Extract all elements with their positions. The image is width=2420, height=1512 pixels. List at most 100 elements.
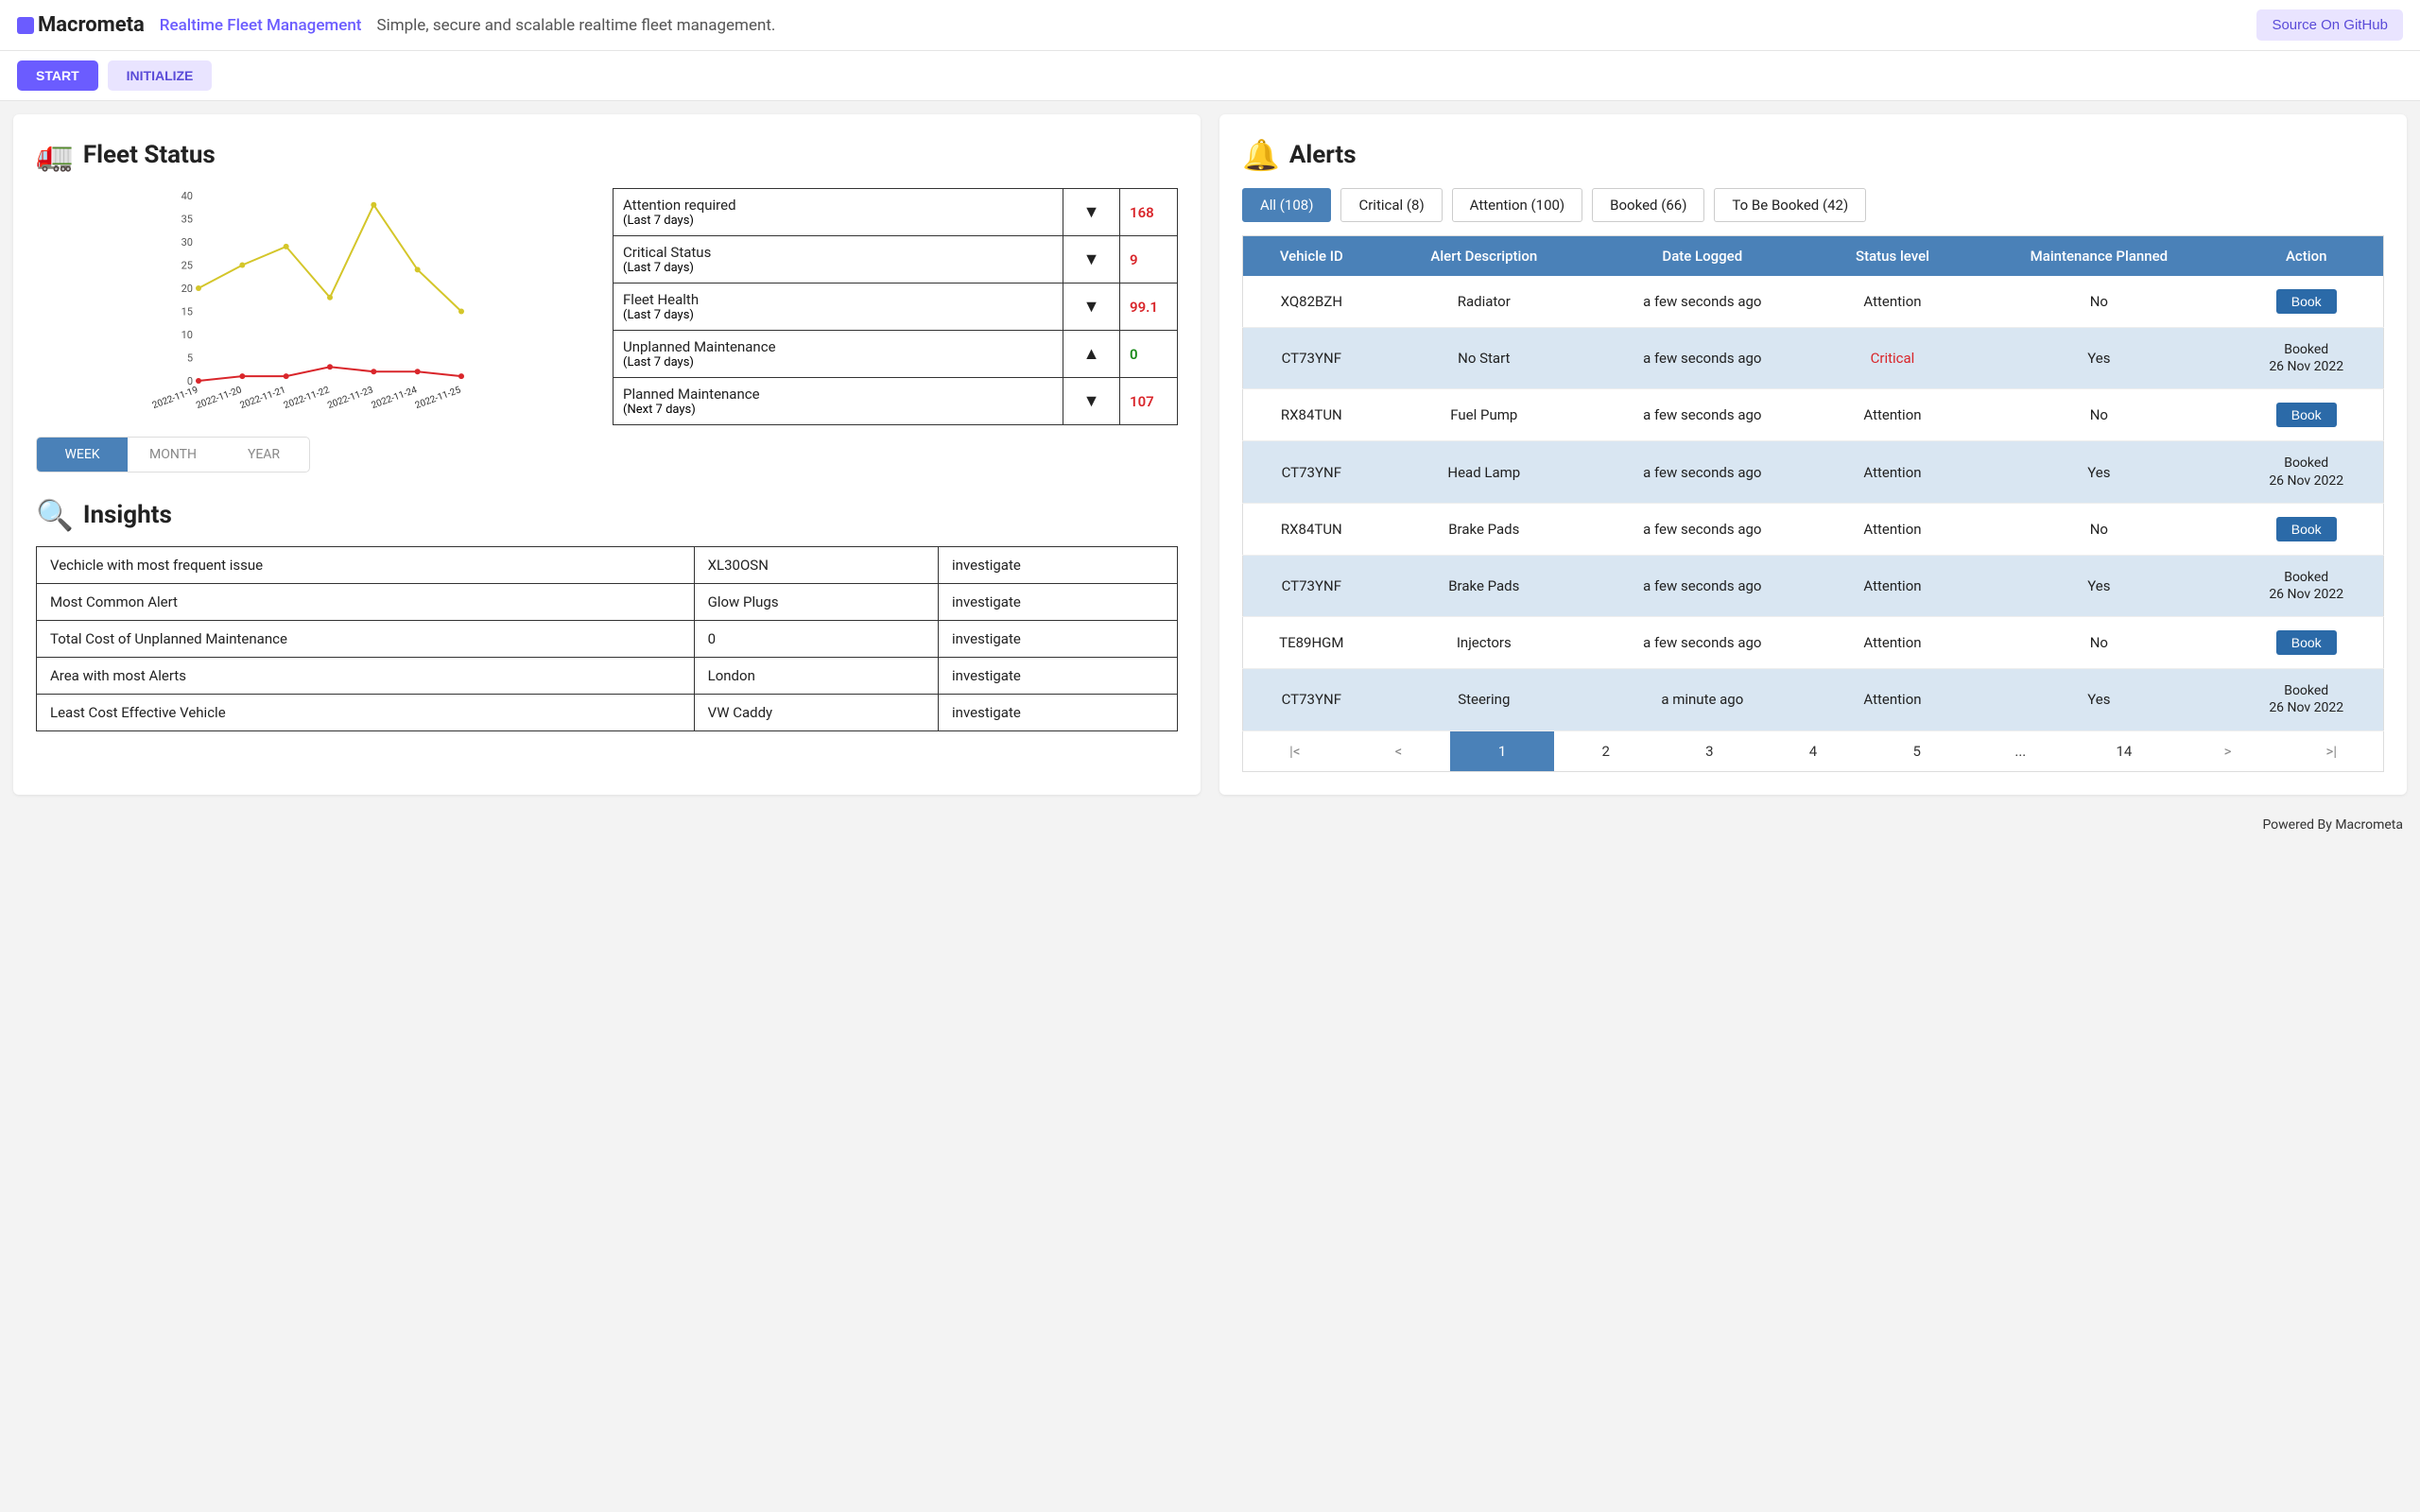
alert-description: Fuel Pump: [1380, 389, 1588, 441]
alert-vehicle-id: CT73YNF: [1243, 441, 1380, 503]
alert-date: a few seconds ago: [1588, 617, 1817, 669]
stat-label: Unplanned Maintenance(Last 7 days): [614, 331, 1063, 377]
app-title: Realtime Fleet Management: [160, 16, 362, 35]
stat-label: Attention required(Last 7 days): [614, 189, 1063, 235]
alert-action-cell: Booked26 Nov 2022: [2229, 555, 2383, 616]
trend-down-icon: ▼: [1063, 378, 1120, 424]
insight-action[interactable]: investigate: [939, 621, 1178, 658]
alert-vehicle-id: RX84TUN: [1243, 503, 1380, 555]
alert-status: Attention: [1817, 441, 1969, 503]
page-number[interactable]: ...: [1968, 731, 2072, 771]
book-button[interactable]: Book: [2276, 403, 2337, 427]
alert-vehicle-id: RX84TUN: [1243, 389, 1380, 441]
alert-status: Attention: [1817, 669, 1969, 730]
svg-text:30: 30: [182, 236, 193, 249]
alert-row: XQ82BZHRadiatora few seconds agoAttentio…: [1243, 276, 2384, 328]
insight-label: Area with most Alerts: [37, 658, 695, 695]
insight-value: 0: [694, 621, 938, 658]
alert-tab[interactable]: Booked (66): [1592, 188, 1704, 222]
trend-down-icon: ▼: [1063, 236, 1120, 283]
fleet-status-panel: 🚛 Fleet Status 05101520253035402022-11-1…: [13, 114, 1201, 795]
stat-label-text: Attention required: [623, 197, 1053, 214]
page-number[interactable]: 4: [1761, 731, 1865, 771]
alert-row: RX84TUNBrake Padsa few seconds agoAttent…: [1243, 503, 2384, 555]
alert-vehicle-id: TE89HGM: [1243, 617, 1380, 669]
page-number[interactable]: 14: [2072, 731, 2176, 771]
page-nav-button[interactable]: >|: [2279, 731, 2383, 771]
alert-vehicle-id: XQ82BZH: [1243, 276, 1380, 328]
insight-action[interactable]: investigate: [939, 547, 1178, 584]
trend-down-icon: ▼: [1063, 189, 1120, 235]
alerts-title: 🔔 Alerts: [1242, 137, 2384, 173]
alert-date: a few seconds ago: [1588, 328, 1817, 389]
stat-label: Fleet Health(Last 7 days): [614, 284, 1063, 330]
page-nav-button[interactable]: |<: [1243, 731, 1347, 771]
alert-planned: Yes: [1968, 441, 2229, 503]
stat-label: Planned Maintenance(Next 7 days): [614, 378, 1063, 424]
svg-text:10: 10: [182, 329, 193, 341]
insight-action[interactable]: investigate: [939, 658, 1178, 695]
svg-text:40: 40: [182, 190, 193, 202]
insight-label: Least Cost Effective Vehicle: [37, 695, 695, 731]
alerts-panel: 🔔 Alerts All (108) Critical (8) Attention …: [1219, 114, 2407, 795]
alert-tab[interactable]: Critical (8): [1340, 188, 1442, 222]
range-tab-month[interactable]: MONTH: [128, 438, 218, 472]
alerts-column-header: Maintenance Planned: [1968, 236, 2229, 277]
toolbar: START INITIALIZE: [0, 51, 2420, 101]
alert-date: a few seconds ago: [1588, 276, 1817, 328]
alerts-table: Vehicle IDAlert DescriptionDate LoggedSt…: [1242, 235, 2384, 731]
stat-sublabel: (Last 7 days): [623, 214, 1053, 228]
alert-tab[interactable]: Attention (100): [1452, 188, 1582, 222]
source-github-button[interactable]: Source On GitHub: [2256, 9, 2403, 41]
stat-sublabel: (Last 7 days): [623, 308, 1053, 322]
range-tabs: WEEKMONTHYEAR: [36, 437, 310, 472]
alert-status: Attention: [1817, 389, 1969, 441]
page-number[interactable]: 3: [1658, 731, 1762, 771]
alert-planned: Yes: [1968, 669, 2229, 730]
booked-label: Booked26 Nov 2022: [2237, 682, 2376, 716]
alert-action-cell: Book: [2229, 389, 2383, 441]
insight-value: Glow Plugs: [694, 584, 938, 621]
alert-tab[interactable]: All (108): [1242, 188, 1331, 222]
insight-row: Vechicle with most frequent issueXL30OSN…: [37, 547, 1178, 584]
alert-vehicle-id: CT73YNF: [1243, 328, 1380, 389]
stat-label-text: Unplanned Maintenance: [623, 338, 1053, 355]
page-number[interactable]: 5: [1865, 731, 1969, 771]
alert-date: a few seconds ago: [1588, 389, 1817, 441]
alert-row: CT73YNFNo Starta few seconds agoCritical…: [1243, 328, 2384, 389]
alert-tab[interactable]: To Be Booked (42): [1714, 188, 1866, 222]
fleet-stats-table: Attention required(Last 7 days)▼168Criti…: [613, 188, 1178, 425]
fleet-stat-row: Unplanned Maintenance(Last 7 days)▲0: [614, 331, 1177, 378]
book-button[interactable]: Book: [2276, 630, 2337, 655]
fleet-status-title-text: Fleet Status: [83, 141, 216, 169]
fleet-stat-row: Attention required(Last 7 days)▼168: [614, 189, 1177, 236]
book-button[interactable]: Book: [2276, 289, 2337, 314]
page-number[interactable]: 2: [1554, 731, 1658, 771]
stat-sublabel: (Next 7 days): [623, 403, 1053, 417]
insight-label: Most Common Alert: [37, 584, 695, 621]
alerts-title-text: Alerts: [1289, 141, 1357, 169]
magnifier-icon: 🔍: [36, 497, 74, 533]
insight-row: Most Common AlertGlow Plugsinvestigate: [37, 584, 1178, 621]
book-button[interactable]: Book: [2276, 517, 2337, 541]
alert-row: CT73YNFBrake Padsa few seconds agoAttent…: [1243, 555, 2384, 616]
insight-row: Least Cost Effective VehicleVW Caddyinve…: [37, 695, 1178, 731]
insight-action[interactable]: investigate: [939, 584, 1178, 621]
alert-row: TE89HGMInjectorsa few seconds agoAttenti…: [1243, 617, 2384, 669]
alert-filter-tabs: All (108) Critical (8) Attention (100) Book…: [1242, 188, 2384, 222]
stat-label: Critical Status(Last 7 days): [614, 236, 1063, 283]
range-tab-week[interactable]: WEEK: [37, 438, 128, 472]
page-nav-button[interactable]: >: [2176, 731, 2280, 771]
alert-row: CT73YNFSteeringa minute agoAttentionYesB…: [1243, 669, 2384, 730]
initialize-button[interactable]: INITIALIZE: [108, 60, 213, 91]
svg-text:5: 5: [187, 352, 193, 365]
insight-action[interactable]: investigate: [939, 695, 1178, 731]
page-number[interactable]: 1: [1450, 731, 1554, 771]
start-button[interactable]: START: [17, 60, 98, 91]
logo-text: Macrometa: [38, 13, 145, 37]
app-subtitle: Simple, secure and scalable realtime fle…: [376, 16, 775, 35]
logo: Macrometa: [17, 13, 145, 37]
insights-title: 🔍 Insights: [36, 497, 1178, 533]
range-tab-year[interactable]: YEAR: [218, 438, 309, 472]
page-nav-button[interactable]: <: [1347, 731, 1451, 771]
